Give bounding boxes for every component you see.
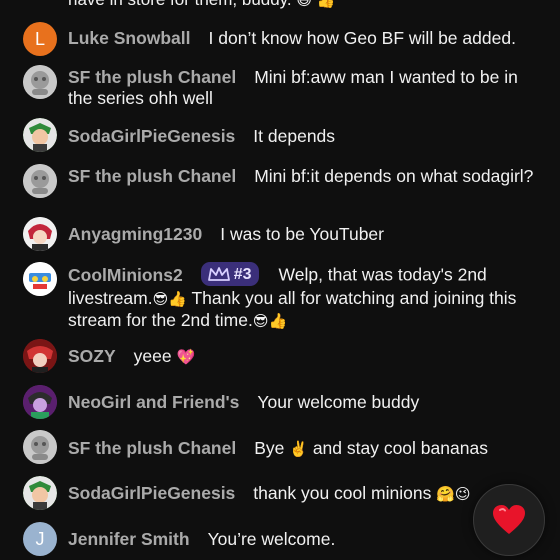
message-text: Your welcome buddy [257, 392, 420, 412]
avatar-letter: L [34, 28, 45, 49]
message-text: It depends [253, 126, 336, 146]
soda-avatar-icon [23, 476, 57, 510]
message-body: Jennifer Smith You’re welcome. [68, 529, 538, 550]
author-name[interactable]: SodaGirlPieGenesis [68, 126, 235, 146]
heart-icon [493, 505, 525, 534]
avatar[interactable] [23, 217, 57, 251]
soda-avatar-icon [23, 118, 57, 152]
message-text: thank you cool minions [253, 483, 432, 503]
sunglasses-emoji: 😎 [252, 312, 269, 330]
author-name[interactable]: NeoGirl and Friend's [68, 392, 239, 412]
partial-message: have in store for them, buddy. 😅 👍 [68, 0, 538, 11]
message-body: SOZY yeee 💖 [68, 346, 538, 368]
avatar[interactable] [23, 385, 57, 419]
avatar[interactable] [23, 339, 57, 373]
avatar[interactable]: L [23, 22, 57, 56]
message-text-cont: and stay cool bananas [312, 438, 488, 458]
author-name[interactable]: SF the plush Chanel [68, 438, 236, 458]
avatar[interactable]: J [23, 522, 57, 556]
message-text: I don’t know how Geo BF will be added. [208, 28, 516, 48]
badge-rank: #3 [233, 265, 252, 283]
message-body: NeoGirl and Friend's Your welcome buddy [68, 392, 538, 413]
message-body: Anyagming1230 I was to be YouTuber [68, 224, 538, 245]
message-text: Bye [254, 438, 285, 458]
live-chat-feed: have in store for them, buddy. 😅 👍 L Luk… [0, 0, 560, 560]
plush-avatar-icon [23, 164, 57, 198]
message-body: SF the plush Chanel Mini bf:it depends on… [68, 166, 538, 187]
author-name[interactable]: SF the plush Chanel [68, 67, 236, 87]
thumbs-up-emoji: 👍 [316, 0, 336, 9]
plush-avatar-icon [23, 65, 57, 99]
minion-avatar-icon [23, 262, 57, 296]
avatar[interactable] [23, 430, 57, 464]
avatar[interactable] [23, 476, 57, 510]
heart-reaction-button[interactable] [473, 484, 545, 556]
message-body: SodaGirlPieGenesis thank you cool minions… [68, 483, 538, 505]
message-body: SF the plush Chanel Bye ✌️ and stay cool … [68, 438, 538, 460]
author-name[interactable]: Jennifer Smith [68, 529, 190, 549]
message-text: Mini bf:it depends on what sodagirl? [254, 166, 534, 186]
partial-message-text: have in store for them, buddy. [68, 0, 292, 9]
message-text: I was to be YouTuber [220, 224, 384, 244]
smiling-face-emoji: 😅 [296, 0, 313, 9]
author-name[interactable]: SOZY [68, 346, 116, 366]
thumbs-up-emoji: 👍 [168, 290, 187, 308]
message-body: SF the plush Chanel Mini bf:aww man I wan… [68, 67, 538, 109]
avatar[interactable] [23, 262, 57, 296]
neogirl-avatar-icon [23, 385, 57, 419]
sunglasses-emoji: 😎 [152, 290, 169, 308]
avatar-letter: J [35, 528, 45, 549]
avatar[interactable] [23, 65, 57, 99]
author-name[interactable]: SodaGirlPieGenesis [68, 483, 235, 503]
thumbs-up-emoji: 👍 [268, 312, 288, 330]
crown-icon [207, 267, 230, 281]
message-text: yeee [133, 346, 172, 366]
hugging-face-emoji: 🤗 [436, 485, 455, 503]
member-badge: #3 [200, 262, 259, 286]
message-body: SodaGirlPieGenesis It depends [68, 126, 538, 147]
message-body: CoolMinions2 #3 Welp, that was today's 2nd… [68, 262, 538, 332]
author-name[interactable]: SF the plush Chanel [68, 166, 236, 186]
anime-avatar-icon [23, 217, 57, 251]
sparkling-heart-emoji: 💖 [176, 348, 196, 366]
author-name[interactable]: CoolMinions2 [68, 265, 183, 285]
message-text: You’re welcome. [207, 529, 336, 549]
winking-face-emoji: 😉 [454, 485, 471, 503]
author-name[interactable]: Luke Snowball [68, 28, 191, 48]
avatar[interactable] [23, 164, 57, 198]
plush-avatar-icon [23, 430, 57, 464]
message-body: Luke Snowball I don’t know how Geo BF wil… [68, 28, 538, 49]
avatar[interactable] [23, 118, 57, 152]
author-name[interactable]: Anyagming1230 [68, 224, 202, 244]
character-avatar-icon [23, 339, 57, 373]
victory-hand-emoji: ✌️ [289, 440, 308, 458]
